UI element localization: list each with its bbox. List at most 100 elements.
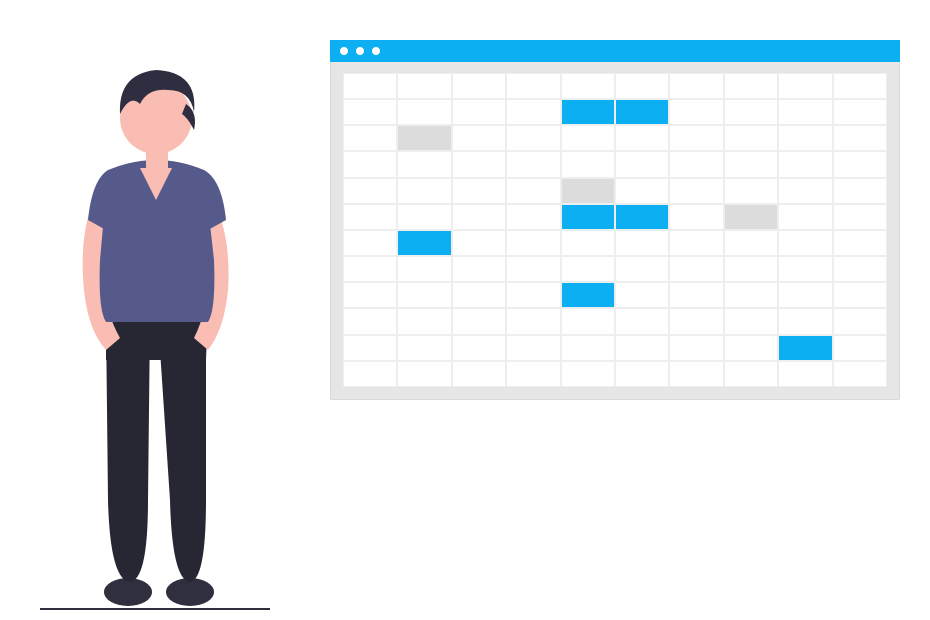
spreadsheet-cell[interactable]	[834, 336, 886, 360]
spreadsheet-cell[interactable]	[725, 309, 777, 333]
spreadsheet-cell[interactable]	[834, 283, 886, 307]
spreadsheet-cell[interactable]	[834, 179, 886, 203]
spreadsheet-cell[interactable]	[562, 152, 614, 176]
spreadsheet-cell[interactable]	[834, 257, 886, 281]
spreadsheet-cell[interactable]	[725, 126, 777, 150]
spreadsheet-cell[interactable]	[453, 309, 505, 333]
spreadsheet-cell[interactable]	[398, 152, 450, 176]
spreadsheet-cell[interactable]	[344, 100, 396, 124]
spreadsheet-cell[interactable]	[670, 231, 722, 255]
spreadsheet-cell[interactable]	[670, 74, 722, 98]
spreadsheet-cell[interactable]	[616, 152, 668, 176]
spreadsheet-cell[interactable]	[453, 126, 505, 150]
spreadsheet-cell[interactable]	[344, 257, 396, 281]
spreadsheet-cell[interactable]	[453, 231, 505, 255]
spreadsheet-cell[interactable]	[398, 74, 450, 98]
spreadsheet-cell[interactable]	[398, 336, 450, 360]
spreadsheet-cell[interactable]	[834, 152, 886, 176]
spreadsheet-cell[interactable]	[779, 126, 831, 150]
spreadsheet-cell[interactable]	[725, 283, 777, 307]
spreadsheet-cell[interactable]	[344, 179, 396, 203]
spreadsheet-cell[interactable]	[779, 179, 831, 203]
spreadsheet-cell[interactable]	[779, 257, 831, 281]
spreadsheet-cell[interactable]	[562, 309, 614, 333]
spreadsheet-cell[interactable]	[507, 283, 559, 307]
spreadsheet-cell[interactable]	[725, 362, 777, 386]
spreadsheet-cell[interactable]	[670, 362, 722, 386]
spreadsheet-cell[interactable]	[344, 231, 396, 255]
spreadsheet-cell[interactable]	[453, 336, 505, 360]
spreadsheet-cell[interactable]	[725, 336, 777, 360]
spreadsheet-cell[interactable]	[670, 283, 722, 307]
spreadsheet-cell[interactable]	[507, 257, 559, 281]
spreadsheet-cell[interactable]	[725, 74, 777, 98]
spreadsheet-cell[interactable]	[779, 152, 831, 176]
spreadsheet-cell[interactable]	[453, 74, 505, 98]
spreadsheet-cell[interactable]	[507, 205, 559, 229]
spreadsheet-cell[interactable]	[344, 336, 396, 360]
spreadsheet-cell[interactable]	[725, 205, 777, 229]
spreadsheet-cell[interactable]	[344, 309, 396, 333]
spreadsheet-cell[interactable]	[779, 205, 831, 229]
spreadsheet-cell[interactable]	[507, 152, 559, 176]
spreadsheet-cell[interactable]	[507, 126, 559, 150]
spreadsheet-cell[interactable]	[398, 205, 450, 229]
spreadsheet-cell[interactable]	[398, 126, 450, 150]
spreadsheet-cell[interactable]	[562, 231, 614, 255]
spreadsheet-cell[interactable]	[834, 231, 886, 255]
spreadsheet-cell[interactable]	[562, 74, 614, 98]
spreadsheet-cell[interactable]	[779, 100, 831, 124]
spreadsheet-cell[interactable]	[507, 362, 559, 386]
spreadsheet-cell[interactable]	[616, 257, 668, 281]
spreadsheet-cell[interactable]	[344, 126, 396, 150]
spreadsheet-cell[interactable]	[507, 336, 559, 360]
spreadsheet-cell[interactable]	[834, 74, 886, 98]
spreadsheet-cell[interactable]	[562, 336, 614, 360]
spreadsheet-cell[interactable]	[507, 309, 559, 333]
spreadsheet-cell[interactable]	[453, 257, 505, 281]
spreadsheet-cell[interactable]	[344, 74, 396, 98]
spreadsheet-cell[interactable]	[725, 152, 777, 176]
spreadsheet-cell[interactable]	[616, 126, 668, 150]
spreadsheet-cell[interactable]	[834, 126, 886, 150]
spreadsheet-cell[interactable]	[616, 336, 668, 360]
spreadsheet-cell[interactable]	[562, 205, 614, 229]
spreadsheet-cell[interactable]	[670, 179, 722, 203]
spreadsheet-cell[interactable]	[834, 100, 886, 124]
spreadsheet-cell[interactable]	[670, 257, 722, 281]
spreadsheet-cell[interactable]	[616, 283, 668, 307]
spreadsheet-cell[interactable]	[779, 336, 831, 360]
spreadsheet-cell[interactable]	[398, 231, 450, 255]
spreadsheet-cell[interactable]	[453, 362, 505, 386]
spreadsheet-cell[interactable]	[398, 257, 450, 281]
spreadsheet-cell[interactable]	[670, 100, 722, 124]
spreadsheet-cell[interactable]	[453, 100, 505, 124]
spreadsheet-cell[interactable]	[453, 205, 505, 229]
spreadsheet-cell[interactable]	[779, 231, 831, 255]
spreadsheet-cell[interactable]	[834, 309, 886, 333]
spreadsheet-cell[interactable]	[670, 126, 722, 150]
spreadsheet-cell[interactable]	[725, 100, 777, 124]
spreadsheet-cell[interactable]	[616, 179, 668, 203]
spreadsheet-cell[interactable]	[507, 231, 559, 255]
spreadsheet-cell[interactable]	[616, 362, 668, 386]
spreadsheet-cell[interactable]	[779, 283, 831, 307]
spreadsheet-cell[interactable]	[834, 362, 886, 386]
spreadsheet-cell[interactable]	[398, 283, 450, 307]
spreadsheet-cell[interactable]	[616, 100, 668, 124]
spreadsheet-cell[interactable]	[670, 152, 722, 176]
spreadsheet-cell[interactable]	[616, 309, 668, 333]
spreadsheet-cell[interactable]	[453, 179, 505, 203]
spreadsheet-cell[interactable]	[344, 152, 396, 176]
spreadsheet-cell[interactable]	[562, 179, 614, 203]
spreadsheet-cell[interactable]	[507, 100, 559, 124]
spreadsheet-cell[interactable]	[779, 309, 831, 333]
spreadsheet-cell[interactable]	[670, 205, 722, 229]
spreadsheet-cell[interactable]	[779, 362, 831, 386]
spreadsheet-cell[interactable]	[562, 126, 614, 150]
spreadsheet-cell[interactable]	[779, 74, 831, 98]
spreadsheet-cell[interactable]	[834, 205, 886, 229]
spreadsheet-cell[interactable]	[670, 309, 722, 333]
spreadsheet-cell[interactable]	[398, 179, 450, 203]
spreadsheet-cell[interactable]	[725, 179, 777, 203]
